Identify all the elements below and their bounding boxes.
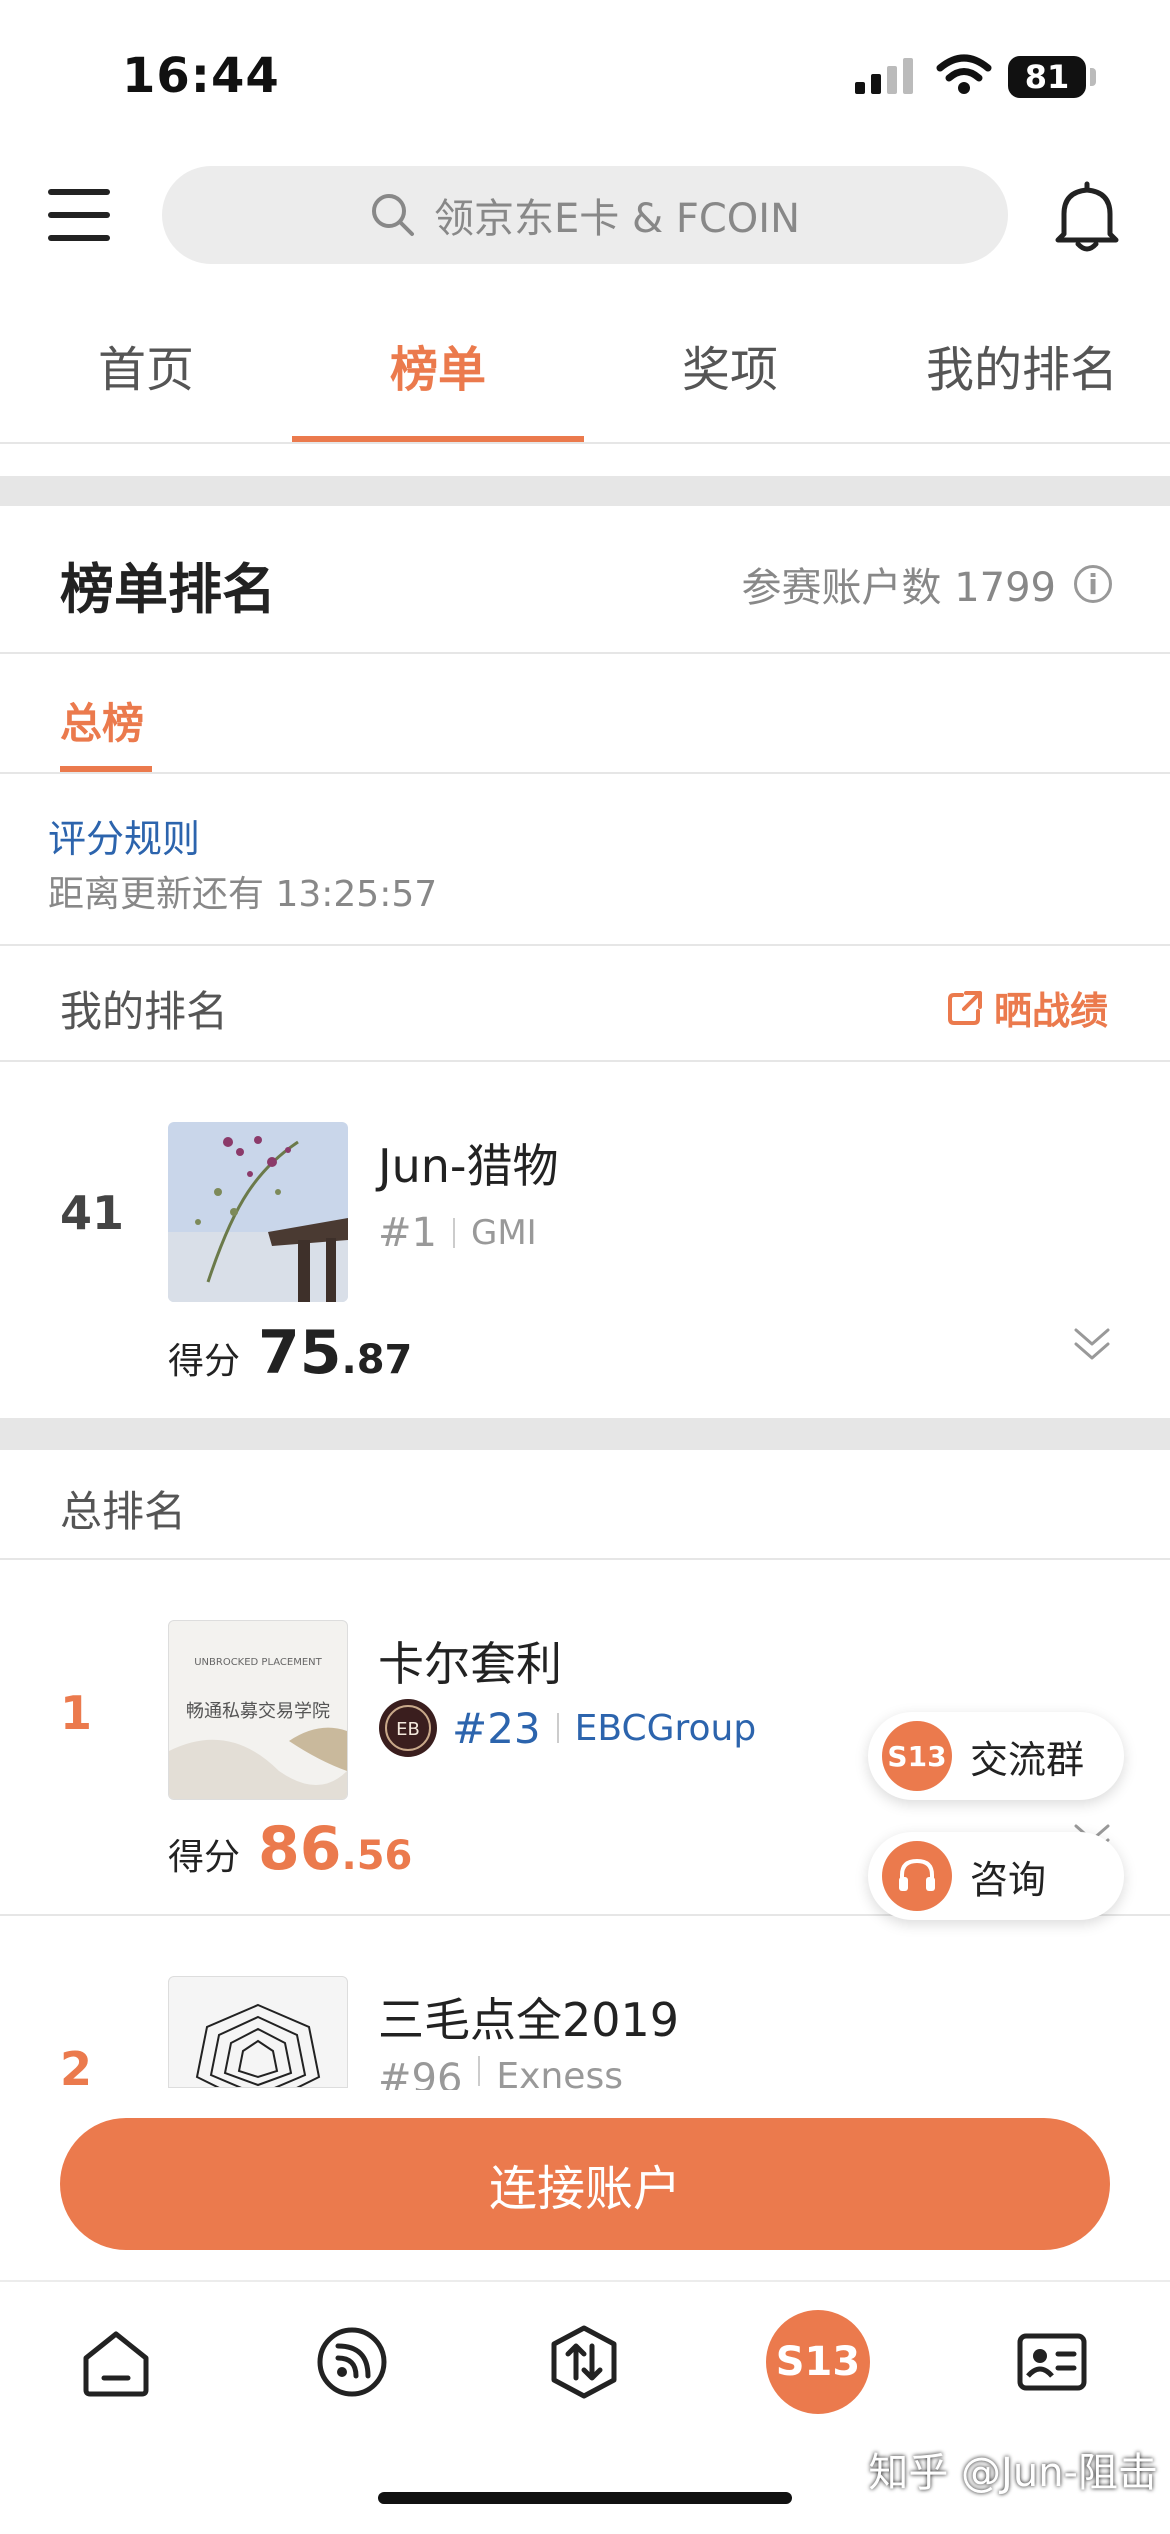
broker-name: GMI bbox=[470, 1213, 537, 1253]
account-name: 卡尔套利 bbox=[378, 1637, 562, 1691]
score-label: 得分 bbox=[168, 1341, 241, 1382]
score-decimal: .87 bbox=[341, 1337, 413, 1383]
profile-card-icon[interactable] bbox=[1012, 2322, 1092, 2402]
share-results-button[interactable]: 晒战绩 bbox=[946, 980, 1108, 1035]
meta-separator bbox=[452, 1218, 455, 1248]
avatar[interactable] bbox=[168, 1122, 348, 1302]
svg-text:EB: EB bbox=[396, 1719, 420, 1740]
search-placeholder: 领京东E卡 & FCOIN bbox=[433, 196, 801, 242]
rank-number: 2 bbox=[60, 2042, 93, 2096]
score-integer: 86 bbox=[258, 1814, 342, 1884]
my-score: 得分 75 .87 bbox=[168, 1318, 412, 1388]
divider bbox=[0, 652, 1170, 654]
chat-group-button[interactable]: S13 交流群 bbox=[868, 1712, 1124, 1800]
tab-my-ranking[interactable]: 我的排名 bbox=[876, 330, 1168, 400]
battery-indicator: 81 bbox=[1008, 56, 1086, 98]
account-tag: #1 bbox=[378, 1210, 437, 1256]
s13-center-button[interactable]: S13 bbox=[766, 2310, 870, 2414]
headset-icon bbox=[882, 1841, 952, 1911]
section-separator bbox=[0, 476, 1170, 506]
chevron-down-icon[interactable] bbox=[1072, 1326, 1112, 1362]
account-tag: #23 bbox=[452, 1703, 541, 1753]
avatar[interactable] bbox=[168, 1976, 348, 2088]
search-icon bbox=[371, 194, 414, 236]
account-name: 三毛点全2019 bbox=[378, 1993, 680, 2047]
trade-icon[interactable] bbox=[544, 2322, 624, 2402]
divider bbox=[0, 1060, 1170, 1062]
section-title: 榜单排名 bbox=[60, 558, 276, 621]
account-tag: #96 bbox=[378, 2056, 463, 2092]
menu-icon[interactable] bbox=[48, 185, 114, 245]
avatar-image bbox=[168, 1122, 348, 1302]
consult-label: 咨询 bbox=[970, 1857, 1047, 1902]
broker-name: Exness bbox=[496, 2056, 623, 2092]
scoring-rules-link[interactable]: 评分规则 bbox=[48, 808, 200, 863]
wifi-icon bbox=[936, 54, 992, 94]
my-account-meta: #1 GMI bbox=[378, 1210, 537, 1256]
info-icon[interactable]: i bbox=[1074, 565, 1112, 603]
divider bbox=[0, 442, 1170, 444]
watermark: 知乎 @Jun-阻击 bbox=[868, 2450, 1158, 2496]
tab-leaderboard[interactable]: 榜单 bbox=[292, 330, 584, 400]
s13-badge-icon: S13 bbox=[882, 1721, 952, 1791]
participant-count: 参赛账户数 1799 i bbox=[741, 555, 1112, 613]
account-meta: EB #23 EBCGroup bbox=[378, 1698, 756, 1758]
entry-score: 得分 86 .56 bbox=[168, 1814, 412, 1884]
cellular-signal-icon bbox=[855, 58, 913, 94]
overall-ranking-label: 总排名 bbox=[60, 1487, 187, 1536]
avatar-title-text: 畅通私募交易学院 bbox=[186, 1701, 330, 1722]
rank-number: 1 bbox=[60, 1686, 93, 1740]
my-rank-number: 41 bbox=[60, 1186, 125, 1240]
chat-group-label: 交流群 bbox=[970, 1737, 1085, 1782]
broker-name[interactable]: EBCGroup bbox=[575, 1708, 757, 1749]
tab-home[interactable]: 首页 bbox=[0, 330, 292, 400]
divider bbox=[0, 1558, 1170, 1560]
account-meta: #96 Exness bbox=[378, 2056, 623, 2092]
meta-separator bbox=[556, 1713, 559, 1743]
participant-count-text: 参赛账户数 1799 bbox=[741, 565, 1056, 611]
connect-account-button[interactable]: 连接账户 bbox=[60, 2118, 1110, 2250]
my-account-name: Jun-猎物 bbox=[378, 1139, 559, 1193]
battery-tip bbox=[1090, 68, 1096, 86]
score-label: 得分 bbox=[168, 1837, 241, 1878]
avatar-header-text: UNBROCKED PLACEMENT bbox=[194, 1657, 322, 1668]
share-label: 晒战绩 bbox=[993, 989, 1108, 1033]
score-integer: 75 bbox=[258, 1318, 342, 1388]
tab-awards[interactable]: 奖项 bbox=[584, 330, 876, 400]
avatar-image bbox=[195, 2003, 321, 2087]
feed-icon[interactable] bbox=[312, 2322, 392, 2402]
home-indicator bbox=[378, 2492, 792, 2504]
home-icon[interactable] bbox=[76, 2322, 156, 2402]
search-bar[interactable]: 领京东E卡 & FCOIN bbox=[162, 166, 1008, 264]
score-decimal: .56 bbox=[341, 1833, 413, 1879]
bell-icon[interactable] bbox=[1052, 180, 1122, 254]
broker-logo-icon: EB bbox=[379, 1699, 437, 1757]
my-ranking-label: 我的排名 bbox=[60, 987, 229, 1036]
section-separator bbox=[0, 1418, 1170, 1450]
consult-button[interactable]: 咨询 bbox=[868, 1832, 1124, 1920]
divider bbox=[0, 772, 1170, 774]
status-time: 16:44 bbox=[122, 48, 280, 104]
subtab-overall[interactable]: 总榜 bbox=[60, 690, 144, 751]
avatar[interactable]: UNBROCKED PLACEMENT 畅通私募交易学院 bbox=[168, 1620, 348, 1800]
meta-separator bbox=[478, 2056, 481, 2086]
update-countdown: 距离更新还有 13:25:57 bbox=[48, 874, 438, 915]
share-icon bbox=[947, 990, 982, 1025]
divider bbox=[0, 944, 1170, 946]
